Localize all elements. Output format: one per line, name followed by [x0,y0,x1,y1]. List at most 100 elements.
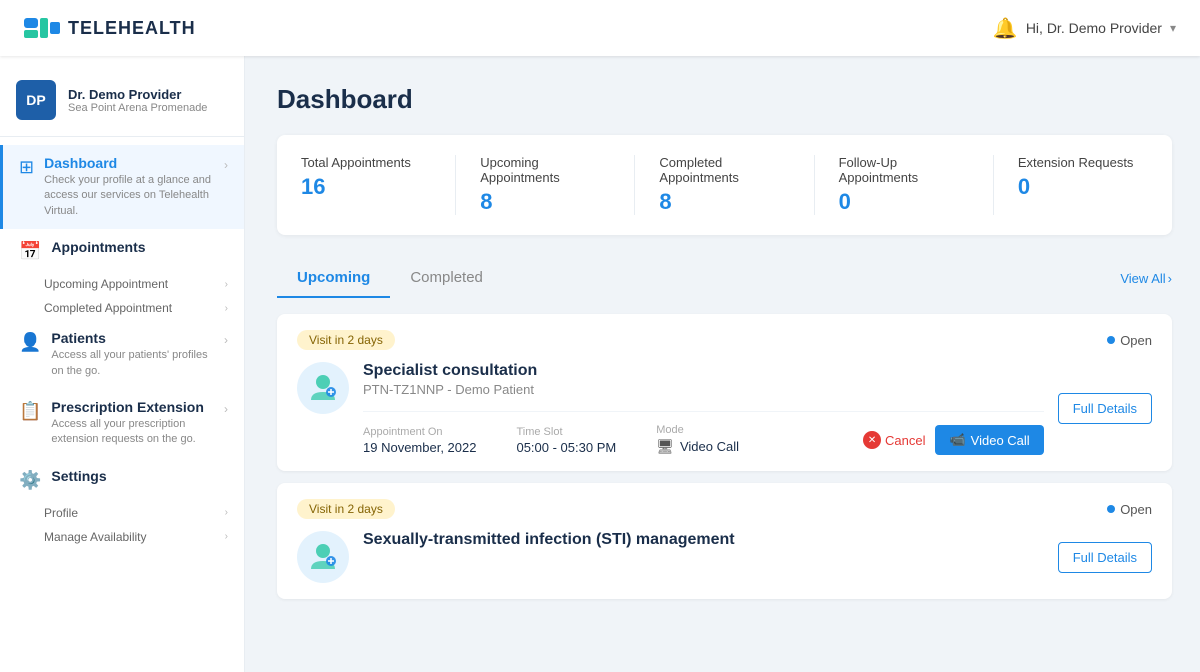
stat-completed-value: 8 [659,189,789,215]
tabs-row: Upcoming Completed View All › [277,259,1172,298]
chevron-right-icon-prescription: › [224,402,228,416]
chevron-right-icon-dashboard: › [224,158,228,172]
profile-info: Dr. Demo Provider Sea Point Arena Promen… [68,87,207,114]
chevron-right-icon-upcoming: › [225,279,228,290]
time-slot-value-1: 05:00 - 05:30 PM [516,440,616,455]
bell-icon[interactable]: 🔔 [993,16,1018,41]
sidebar-item-patients[interactable]: 👤 Patients Access all your patients' pro… [0,320,244,389]
profile-label: Profile [44,506,78,520]
view-all-button[interactable]: View All › [1120,271,1172,286]
appt-details-1: Appointment On 19 November, 2022 Time Sl… [363,411,1044,455]
nav-item-content-appointments: Appointments [51,239,228,255]
chevron-right-icon-manage: › [225,531,228,542]
nav-item-title-patients: Patients [51,330,214,346]
sidebar-item-dashboard[interactable]: ⊞ Dashboard Check your profile at a glan… [0,145,244,229]
nav-item-desc-prescription: Access all your prescription extension r… [51,417,214,448]
chevron-down-icon[interactable]: ▾ [1170,21,1176,35]
mode-label-1: Mode [656,424,739,436]
stat-upcoming-appointments: Upcoming Appointments 8 [480,155,635,215]
appt-header-1: Visit in 2 days Open [297,330,1152,350]
appt-info-2: Sexually-transmitted infection (STI) man… [363,531,1044,549]
status-badge-1: Open [1107,333,1152,348]
avatar: DP [16,80,56,120]
appointment-card-1: Visit in 2 days Open Sp [277,314,1172,471]
sidebar-subitem-completed-appointment[interactable]: Completed Appointment › [0,296,244,320]
appt-body-2: Sexually-transmitted infection (STI) man… [297,531,1152,583]
nav-item-title-prescription: Prescription Extension [51,399,214,415]
tab-upcoming[interactable]: Upcoming [277,259,390,298]
appt-title-1: Specialist consultation [363,362,1044,380]
detail-mode-1: Mode 🖥 Video Call [656,424,739,455]
tabs: Upcoming Completed [277,259,503,298]
completed-appt-label: Completed Appointment [44,301,172,315]
chevron-right-icon-patients: › [224,333,228,347]
appt-patient-1: PTN-TZ1NNP - Demo Patient [363,382,1044,397]
sidebar-item-settings[interactable]: ⚙️ Settings [0,458,244,501]
status-label-2: Open [1120,502,1152,517]
detail-time-slot-1: Time Slot 05:00 - 05:30 PM [516,426,616,455]
detail-appointment-on-1: Appointment On 19 November, 2022 [363,426,476,455]
profile-location: Sea Point Arena Promenade [68,102,207,114]
prescription-icon: 📋 [19,401,41,422]
manage-availability-label: Manage Availability [44,530,147,544]
nav-item-desc-patients: Access all your patients' profiles on th… [51,348,214,379]
sidebar-subitem-upcoming-appointment[interactable]: Upcoming Appointment › [0,272,244,296]
nav-item-content-settings: Settings [51,468,228,484]
sidebar-subitem-manage-availability[interactable]: Manage Availability › [0,525,244,549]
nav-item-content-patients: Patients Access all your patients' profi… [51,330,214,379]
profile-name: Dr. Demo Provider [68,87,207,102]
page-title: Dashboard [277,84,1172,115]
appt-type-icon-2 [297,531,349,583]
upcoming-appt-label: Upcoming Appointment [44,277,168,291]
dashboard-icon: ⊞ [19,157,34,178]
full-details-button-1[interactable]: Full Details [1058,393,1152,424]
stat-completed-label: Completed Appointments [659,155,789,185]
stat-total-appointments: Total Appointments 16 [301,155,456,215]
sidebar-item-prescription-extension[interactable]: 📋 Prescription Extension Access all your… [0,389,244,458]
stat-followup-appointments: Follow-Up Appointments 0 [839,155,994,215]
logo: TELEHEALTH [24,14,196,42]
layout: DP Dr. Demo Provider Sea Point Arena Pro… [0,56,1200,672]
video-btn-icon-1: 📹 [949,432,965,448]
stat-total-label: Total Appointments [301,155,431,170]
video-icon-1: 🖥 [656,438,674,455]
tab-completed[interactable]: Completed [390,259,503,298]
stat-extension-label: Extension Requests [1018,155,1148,170]
mode-value-1: 🖥 Video Call [656,438,739,455]
video-call-button-1[interactable]: 📹 Video Call [935,425,1043,455]
appt-body-1: Specialist consultation PTN-TZ1NNP - Dem… [297,362,1152,455]
appt-info-1: Specialist consultation PTN-TZ1NNP - Dem… [363,362,1044,455]
user-menu[interactable]: 🔔 Hi, Dr. Demo Provider ▾ [993,16,1176,41]
cancel-button-1[interactable]: ✕ Cancel [863,431,925,449]
sti-icon [305,539,341,575]
user-greeting: Hi, Dr. Demo Provider [1026,20,1162,36]
cancel-label-1: Cancel [885,433,925,448]
video-btn-label-1: Video Call [971,433,1030,448]
stat-extension-value: 0 [1018,174,1148,200]
time-slot-label-1: Time Slot [516,426,616,438]
appt-header-2: Visit in 2 days Open [297,499,1152,519]
stat-upcoming-value: 8 [480,189,610,215]
app-name: TELEHEALTH [68,18,196,39]
nav-item-title-settings: Settings [51,468,228,484]
sidebar-item-appointments[interactable]: 📅 Appointments [0,229,244,272]
nav-item-content-dashboard: Dashboard Check your profile at a glance… [44,155,214,219]
appointment-card-2: Visit in 2 days Open Se [277,483,1172,599]
patients-icon: 👤 [19,332,41,353]
appt-actions-1: ✕ Cancel 📹 Video Call [863,425,1044,455]
nav-item-title-appointments: Appointments [51,239,228,255]
nav-item-title-dashboard: Dashboard [44,155,214,171]
appt-title-2: Sexually-transmitted infection (STI) man… [363,531,1044,549]
open-dot-icon-1 [1107,336,1115,344]
sidebar-subitem-profile[interactable]: Profile › [0,501,244,525]
stat-total-value: 16 [301,174,431,200]
stat-followup-value: 0 [839,189,969,215]
appointments-icon: 📅 [19,241,41,262]
view-all-chevron-icon: › [1168,271,1172,286]
stats-card: Total Appointments 16 Upcoming Appointme… [277,135,1172,235]
mode-text-1: Video Call [680,439,739,454]
stat-completed-appointments: Completed Appointments 8 [659,155,814,215]
full-details-button-2[interactable]: Full Details [1058,542,1152,573]
specialist-icon [305,370,341,406]
appt-on-label-1: Appointment On [363,426,476,438]
